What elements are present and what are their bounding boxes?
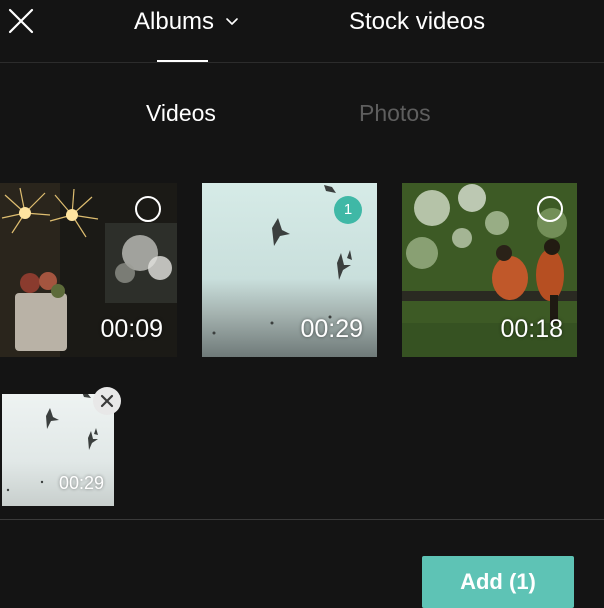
close-icon [100,394,114,408]
close-icon [8,8,34,34]
video-duration: 00:09 [100,315,163,343]
close-button[interactable] [6,6,36,36]
selection-number-badge[interactable]: 1 [334,196,362,224]
video-duration: 00:29 [58,473,104,493]
video-thumbnail[interactable]: 1 00:29 [202,183,377,357]
tab-photos[interactable]: Photos [359,100,431,127]
tab-videos[interactable]: Videos [146,100,216,127]
tab-albums[interactable]: Albums [134,6,240,38]
video-thumbnail[interactable]: 00:09 [0,183,177,357]
remove-clip-button[interactable] [93,387,121,415]
chevron-down-icon [226,18,238,25]
tab-stock-videos[interactable]: Stock videos [349,6,485,38]
video-duration: 00:29 [300,315,363,343]
tab-albums-label: Albums [134,8,215,35]
top-bar: Albums Stock videos [0,0,604,62]
video-duration: 00:18 [500,315,563,343]
bottom-divider [0,519,604,520]
selection-circle[interactable] [537,196,563,222]
add-button[interactable]: Add (1) [422,556,574,608]
top-divider [0,62,604,63]
video-thumbnail[interactable]: 00:18 [402,183,577,357]
media-picker-screen: Albums Stock videos Videos Photos 00:09 … [0,0,604,608]
selection-circle[interactable] [135,196,161,222]
